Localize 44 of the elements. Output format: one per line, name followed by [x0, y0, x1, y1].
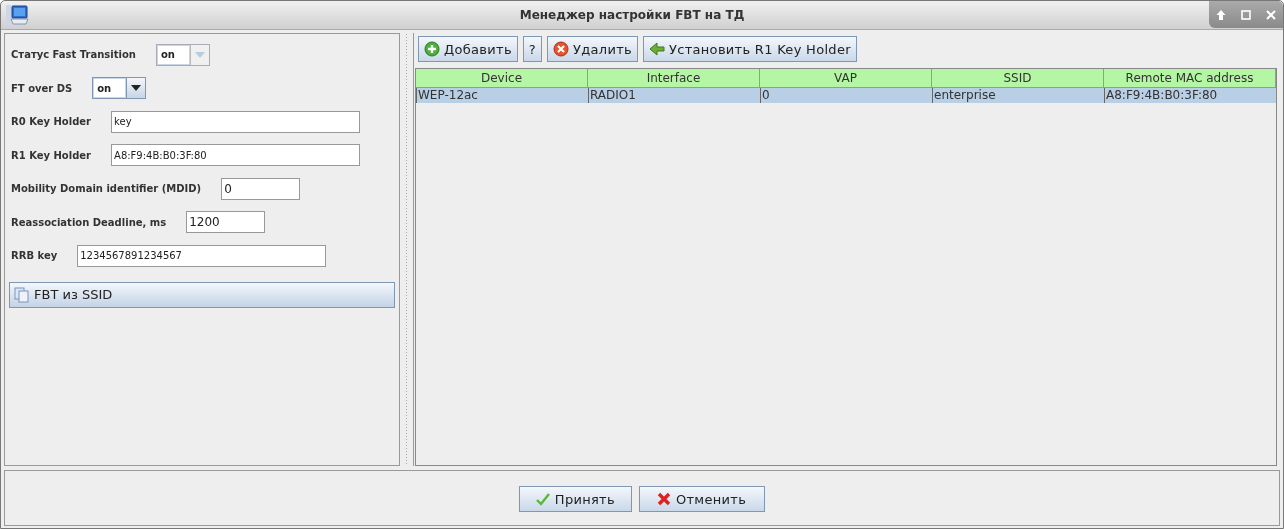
add-icon: [424, 41, 440, 57]
table-cell: A8:F9:4B:B0:3F:80: [1104, 88, 1276, 103]
accept-button[interactable]: Принять: [518, 486, 632, 512]
column-header[interactable]: SSID: [932, 69, 1104, 88]
table-cell: WEP-12ac: [416, 88, 588, 103]
dropdown[interactable]: on: [92, 77, 147, 100]
table-cell: enterprise: [932, 88, 1104, 103]
table-cell: 0: [760, 88, 932, 103]
table-row[interactable]: WEP-12ac RADIO1 0 enterprise A8:F9:4B:B0:3F:80: [416, 88, 1276, 103]
documents-icon: [14, 286, 30, 303]
field-label: RRB key: [11, 250, 58, 262]
delete-icon: [553, 41, 570, 57]
column-header[interactable]: Remote MAC address: [1104, 69, 1276, 88]
set-key-holder-button[interactable]: Установить R1 Key Holder: [643, 36, 857, 62]
column-header[interactable]: Device: [416, 69, 588, 88]
close-icon[interactable]: [1264, 8, 1277, 21]
input-field[interactable]: 1234567891234567: [77, 244, 327, 267]
add-button[interactable]: Добавить: [418, 36, 518, 62]
field-label: Статус Fast Transition: [11, 49, 136, 61]
app-icon: [5, 4, 29, 26]
input-field[interactable]: A8:F9:4B:B0:3F:80: [111, 144, 361, 167]
dropdown-arrow-icon: [131, 85, 142, 92]
field-label: R1 Key Holder: [11, 149, 92, 161]
table-cell: RADIO1: [588, 88, 760, 103]
field-label: R0 Key Holder: [11, 116, 92, 128]
input-field[interactable]: 1200: [186, 211, 266, 234]
help-button[interactable]: ?: [522, 36, 543, 62]
cancel-button[interactable]: Отменить: [638, 486, 766, 512]
input-field[interactable]: 0: [221, 177, 301, 200]
field-label: Mobility Domain identifier (MDID): [11, 183, 202, 195]
dropdown-arrow-icon: [194, 51, 205, 58]
left-arrow-icon: [649, 41, 665, 57]
cross-icon: [655, 491, 672, 507]
column-header[interactable]: Interface: [588, 69, 760, 88]
check-icon: [534, 491, 551, 507]
delete-button[interactable]: Удалить: [547, 36, 638, 62]
input-field[interactable]: key: [111, 110, 361, 133]
shade-icon[interactable]: [1215, 8, 1228, 21]
field-label: FT over DS: [11, 82, 73, 94]
field-label: Reassociation Deadline, ms: [11, 216, 167, 228]
maximize-icon[interactable]: [1240, 8, 1252, 21]
window-title: Менеджер настройки FBT на ТД: [518, 8, 746, 22]
fbt-from-ssid-button[interactable]: FBT из SSID: [9, 281, 395, 308]
column-header[interactable]: VAP: [760, 69, 932, 88]
